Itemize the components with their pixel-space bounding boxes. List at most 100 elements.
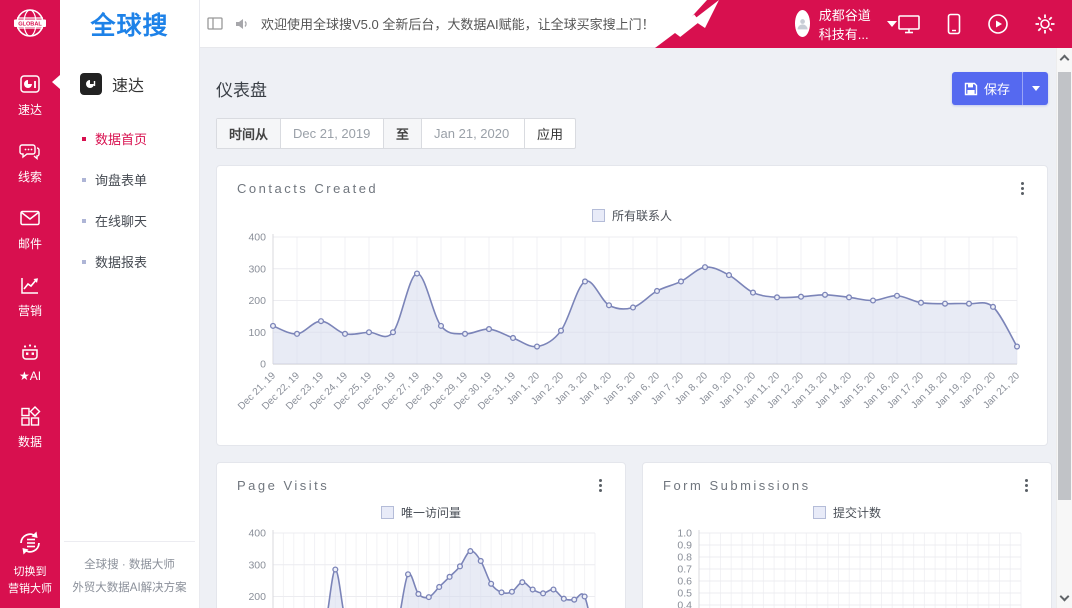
chart-legend[interactable]: 所有联系人 <box>237 207 1027 224</box>
bullet-icon <box>82 137 86 141</box>
account-name: 成都谷道科技有... <box>819 5 876 43</box>
apply-button[interactable]: 应用 <box>524 119 575 148</box>
save-dropdown-button[interactable] <box>1022 72 1048 105</box>
card-title: Page Visits <box>237 478 329 493</box>
secondary-sidebar: 全球搜 速达 数据首页 询盘表单 在线聊天 <box>60 0 200 608</box>
scrollbar-thumb[interactable] <box>1058 72 1071 500</box>
sidebar-item-leads[interactable]: 线索 <box>0 137 60 187</box>
ai-robot-icon <box>18 340 42 364</box>
svg-text:0.9: 0.9 <box>677 540 692 552</box>
app-window: GLOBAL 速达 线索 <box>0 0 1072 608</box>
svg-text:200: 200 <box>248 295 266 307</box>
svg-text:200: 200 <box>248 591 266 603</box>
desktop-icon[interactable] <box>897 13 921 35</box>
primary-nav: 速达 线索 邮件 <box>0 48 60 452</box>
card-title: Form Submissions <box>663 478 811 493</box>
submenu-item-inquiry-forms[interactable]: 询盘表单 <box>82 159 199 200</box>
trend-chart-icon <box>18 273 42 297</box>
app-logo-text[interactable]: 全球搜 <box>60 0 199 48</box>
mail-icon <box>18 206 42 230</box>
sidebar-item-marketing[interactable]: 营销 <box>0 271 60 321</box>
bullet-icon <box>82 219 86 223</box>
submenu-item-label: 在线聊天 <box>95 211 147 230</box>
announcement-bar: 欢迎使用全球搜V5.0 全新后台，大数据AI赋能，让全球买家搜上门！ <box>200 14 655 33</box>
sidebar-item-express[interactable]: 速达 <box>0 70 60 120</box>
sidebar-item-data[interactable]: 数据 <box>0 402 60 452</box>
legend-swatch-icon <box>381 506 394 519</box>
page-title: 仪表盘 <box>216 76 267 101</box>
submenu-item-label: 询盘表单 <box>95 170 147 189</box>
announcement-text: 欢迎使用全球搜V5.0 全新后台，大数据AI赋能，让全球买家搜上门！ <box>261 14 655 33</box>
legend-swatch-icon <box>592 209 605 222</box>
express-mini-icon <box>80 73 102 95</box>
chart-card-form-submissions: Form Submissions 提交计数 0.00.10.20.30.40.5… <box>642 462 1052 608</box>
global-logo[interactable]: GLOBAL <box>0 0 60 48</box>
sidebar-item-label: 数据 <box>18 433 42 450</box>
avatar <box>795 10 810 37</box>
active-indicator <box>52 75 60 89</box>
switch-circular-arrows-icon <box>15 528 45 558</box>
submenu-list: 数据首页 询盘表单 在线聊天 数据报表 <box>60 102 199 282</box>
kebab-menu-icon[interactable] <box>1018 179 1027 198</box>
svg-text:GLOBAL: GLOBAL <box>18 22 42 28</box>
date-to-label: 至 <box>383 119 422 148</box>
sidebar-item-mail[interactable]: 邮件 <box>0 204 60 254</box>
chevron-down-icon <box>1032 86 1040 91</box>
chevron-down-icon <box>887 21 897 27</box>
mobile-icon[interactable] <box>946 13 962 35</box>
save-label: 保存 <box>984 79 1010 98</box>
sidebar-item-label: 线索 <box>18 168 42 185</box>
page-visits-line-chart: 0100200300400Dec 21, 19Dec 22, 19Dec 23,… <box>237 521 605 608</box>
submenu-header-label: 速达 <box>112 72 144 96</box>
date-to-input[interactable] <box>422 119 524 148</box>
svg-text:100: 100 <box>248 327 266 339</box>
bullet-icon <box>82 260 86 264</box>
legend-label: 提交计数 <box>833 504 881 521</box>
play-video-icon[interactable] <box>987 13 1009 35</box>
sidebar-item-label: 邮件 <box>18 235 42 252</box>
chart-card-page-visits: Page Visits 唯一访问量 0100200300400Dec 21, 1… <box>216 462 626 608</box>
svg-text:300: 300 <box>248 263 266 275</box>
save-split-button: 保存 <box>952 72 1048 105</box>
switch-to-marketing-button[interactable]: 切换到 营销大师 <box>8 528 52 598</box>
legend-label: 所有联系人 <box>612 207 672 224</box>
switch-label-line2: 营销大师 <box>8 583 52 595</box>
account-menu[interactable]: 成都谷道科技有... <box>795 5 897 43</box>
chart-legend[interactable]: 提交计数 <box>663 504 1031 521</box>
globe-logo-icon: GLOBAL <box>11 5 49 43</box>
header-icons <box>897 13 1072 35</box>
form-submissions-line-chart: 0.00.10.20.30.40.50.60.70.80.91.0 <box>663 521 1031 608</box>
submenu-item-data-reports[interactable]: 数据报表 <box>82 241 199 282</box>
gear-icon[interactable] <box>1034 13 1056 35</box>
collapse-menu-icon[interactable] <box>207 16 223 31</box>
kebab-menu-icon[interactable] <box>1022 476 1031 495</box>
scroll-up-arrow-icon[interactable] <box>1060 55 1070 65</box>
legend-swatch-icon <box>813 506 826 519</box>
top-header: 欢迎使用全球搜V5.0 全新后台，大数据AI赋能，让全球买家搜上门！ 成 <box>200 0 1072 48</box>
submenu-header: 速达 <box>60 48 199 102</box>
svg-text:0.6: 0.6 <box>677 576 692 588</box>
svg-text:0.8: 0.8 <box>677 552 692 564</box>
kebab-menu-icon[interactable] <box>596 476 605 495</box>
date-from-label: 时间从 <box>217 119 281 148</box>
date-range-bar: 时间从 至 应用 <box>216 118 576 149</box>
speaker-icon <box>234 16 250 32</box>
submenu-item-data-home[interactable]: 数据首页 <box>82 118 199 159</box>
date-from-input[interactable] <box>281 119 383 148</box>
bullet-icon <box>82 178 86 182</box>
chart-legend[interactable]: 唯一访问量 <box>237 504 605 521</box>
svg-text:0.7: 0.7 <box>677 564 692 576</box>
dashboard-icon <box>18 72 42 96</box>
scroll-down-arrow-icon[interactable] <box>1060 592 1070 602</box>
main-content: 仪表盘 保存 时间从 至 应用 <box>200 48 1056 608</box>
sidebar-item-label: 速达 <box>18 101 42 118</box>
footer-slogan-line: 外贸大数据AI解决方案 <box>72 582 186 594</box>
chart-card-contacts-created: Contacts Created 所有联系人 0100200300400Dec … <box>216 165 1048 446</box>
contacts-line-chart: 0100200300400Dec 21, 19Dec 22, 19Dec 23,… <box>237 224 1029 436</box>
sidebar-item-ai[interactable]: ★AI <box>0 338 60 385</box>
submenu-item-label: 数据首页 <box>95 129 147 148</box>
save-button[interactable]: 保存 <box>952 72 1022 105</box>
sidebar-item-label: 营销 <box>18 302 42 319</box>
submenu-item-online-chat[interactable]: 在线聊天 <box>82 200 199 241</box>
vertical-scrollbar[interactable] <box>1056 48 1072 608</box>
